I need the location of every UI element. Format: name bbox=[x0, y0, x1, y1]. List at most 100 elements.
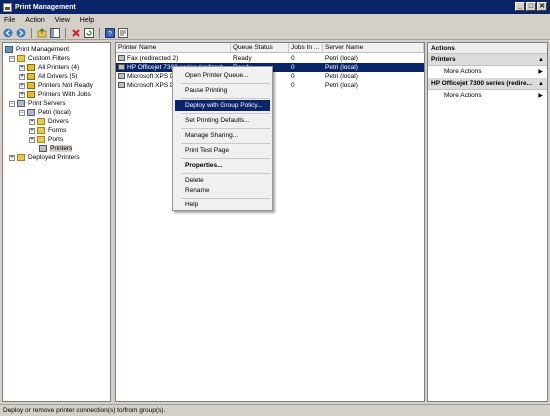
tree-item-printers-with-jobs[interactable]: + Printers With Jobs bbox=[19, 90, 91, 99]
app-icon bbox=[3, 2, 12, 12]
more-actions-label: More Actions bbox=[444, 68, 482, 75]
window-controls: _ □ ✕ bbox=[515, 2, 547, 11]
list-header: Printer Name Queue Status Jobs In ... Se… bbox=[116, 43, 424, 53]
more-actions-label: More Actions bbox=[444, 92, 482, 99]
actions-pane: Actions Printers ▲ More Actions ▶ HP Off… bbox=[427, 42, 548, 402]
drivers-icon bbox=[37, 118, 45, 125]
jobs-count: 0 bbox=[291, 55, 295, 62]
printer-icon bbox=[39, 145, 47, 152]
collapse-icon[interactable]: − bbox=[9, 100, 15, 107]
tree-item-all-printers[interactable]: + All Printers (4) bbox=[19, 63, 79, 72]
expand-icon[interactable]: + bbox=[29, 127, 35, 134]
menu-item-pause-printing[interactable]: Pause Printing bbox=[175, 85, 270, 96]
menu-item-properties[interactable]: Properties... bbox=[175, 160, 270, 171]
expand-icon[interactable]: + bbox=[29, 136, 35, 143]
context-menu: Open Printer Queue... Pause Printing Dep… bbox=[172, 66, 273, 211]
menu-help[interactable]: Help bbox=[80, 17, 94, 24]
help-icon[interactable]: ? bbox=[105, 27, 115, 38]
tree-item-drivers[interactable]: + Drivers bbox=[29, 117, 69, 126]
menu-separator bbox=[181, 158, 270, 159]
menu-item-set-printing-defaults[interactable]: Set Printing Defaults... bbox=[175, 115, 270, 126]
menu-item-help[interactable]: Help bbox=[175, 199, 270, 210]
section-label: HP Officejet 7300 series (redire... bbox=[431, 80, 533, 87]
actions-section-printers[interactable]: Printers ▲ bbox=[428, 54, 547, 66]
collapse-caret-icon[interactable]: ▲ bbox=[538, 54, 544, 65]
menu-separator bbox=[181, 83, 270, 84]
filter-icon bbox=[27, 91, 35, 98]
printer-icon bbox=[118, 55, 125, 62]
collapse-caret-icon[interactable]: ▲ bbox=[538, 78, 544, 89]
collapse-icon[interactable]: − bbox=[19, 109, 25, 116]
server-group-icon bbox=[17, 100, 25, 107]
toolbar-separator bbox=[65, 27, 66, 38]
refresh-icon[interactable] bbox=[84, 27, 94, 38]
up-icon[interactable] bbox=[37, 27, 47, 38]
menu-action[interactable]: Action bbox=[25, 17, 44, 24]
filter-icon bbox=[27, 64, 35, 71]
minimize-button[interactable]: _ bbox=[515, 2, 525, 11]
properties-icon[interactable] bbox=[118, 27, 128, 38]
jobs-count: 0 bbox=[291, 64, 295, 71]
tree-item-print-servers[interactable]: − Print Servers bbox=[9, 99, 66, 108]
more-actions-selected-printer[interactable]: More Actions ▶ bbox=[428, 90, 547, 102]
menu-item-rename[interactable]: Rename bbox=[175, 185, 270, 196]
menu-file[interactable]: File bbox=[4, 17, 15, 24]
toolbar: ? bbox=[0, 26, 550, 40]
expand-icon[interactable]: + bbox=[19, 82, 25, 89]
menu-bar: File Action View Help bbox=[0, 14, 550, 26]
column-jobs-in-queue[interactable]: Jobs In ... bbox=[289, 43, 323, 53]
actions-section-selected-printer[interactable]: HP Officejet 7300 series (redire... ▲ bbox=[428, 78, 547, 90]
expand-icon[interactable]: + bbox=[19, 64, 25, 71]
menu-separator bbox=[181, 128, 270, 129]
column-queue-status[interactable]: Queue Status bbox=[231, 43, 289, 53]
tree-item-custom-filters[interactable]: − Custom Filters bbox=[9, 54, 70, 63]
server-name: Petri (local) bbox=[325, 64, 358, 71]
menu-item-open-printer-queue[interactable]: Open Printer Queue... bbox=[175, 70, 270, 81]
printer-name: Microsoft XPS Do bbox=[127, 82, 179, 89]
expand-icon[interactable]: + bbox=[29, 118, 35, 125]
svg-text:?: ? bbox=[108, 31, 112, 38]
tree-item-server[interactable]: − Petri (local) bbox=[19, 108, 71, 117]
expand-icon[interactable]: + bbox=[19, 73, 25, 80]
delete-icon[interactable] bbox=[71, 28, 81, 38]
filter-icon bbox=[27, 73, 35, 80]
maximize-button[interactable]: □ bbox=[526, 2, 536, 11]
menu-view[interactable]: View bbox=[55, 17, 70, 24]
column-server-name[interactable]: Server Name bbox=[323, 43, 424, 53]
ports-icon bbox=[37, 136, 45, 143]
close-button[interactable]: ✕ bbox=[537, 2, 547, 11]
more-actions-printers[interactable]: More Actions ▶ bbox=[428, 66, 547, 78]
expand-icon[interactable]: + bbox=[9, 154, 15, 161]
printer-icon bbox=[118, 82, 125, 89]
section-label: Printers bbox=[431, 56, 456, 63]
menu-item-print-test-page[interactable]: Print Test Page bbox=[175, 145, 270, 156]
menu-separator bbox=[181, 113, 270, 114]
window-title: Print Management bbox=[15, 3, 76, 11]
tree-item-ports[interactable]: + Ports bbox=[29, 135, 63, 144]
filter-icon bbox=[27, 82, 35, 89]
show-hide-tree-icon[interactable] bbox=[50, 27, 60, 38]
server-icon bbox=[27, 109, 35, 116]
tree-item-print-management[interactable]: Print Management bbox=[5, 45, 69, 54]
tree-item-printers[interactable]: Printers bbox=[39, 144, 73, 153]
toolbar-separator bbox=[31, 27, 32, 38]
tree-item-printers-not-ready[interactable]: + Printers Not Ready bbox=[19, 81, 93, 90]
forward-icon[interactable] bbox=[16, 28, 26, 38]
folder-icon bbox=[17, 55, 25, 62]
printer-icon bbox=[118, 73, 125, 80]
table-row[interactable]: Fax (redirected 2) Ready 0 Petri (local) bbox=[116, 54, 424, 63]
menu-separator bbox=[181, 98, 270, 99]
tree-item-deployed-printers[interactable]: + Deployed Printers bbox=[9, 153, 80, 162]
expand-icon[interactable]: + bbox=[19, 91, 25, 98]
server-name: Petri (local) bbox=[325, 55, 358, 62]
back-icon[interactable] bbox=[3, 28, 13, 38]
tree-item-forms[interactable]: + Forms bbox=[29, 126, 66, 135]
printer-icon bbox=[118, 64, 125, 71]
menu-item-deploy-with-group-policy[interactable]: Deploy with Group Policy... bbox=[175, 100, 270, 111]
collapse-icon[interactable]: − bbox=[9, 55, 15, 62]
column-printer-name[interactable]: Printer Name bbox=[116, 43, 231, 53]
tree-item-all-drivers[interactable]: + All Drivers (5) bbox=[19, 72, 77, 81]
toolbar-separator bbox=[99, 27, 100, 38]
menu-item-manage-sharing[interactable]: Manage Sharing... bbox=[175, 130, 270, 141]
server-name: Petri (local) bbox=[325, 82, 358, 89]
